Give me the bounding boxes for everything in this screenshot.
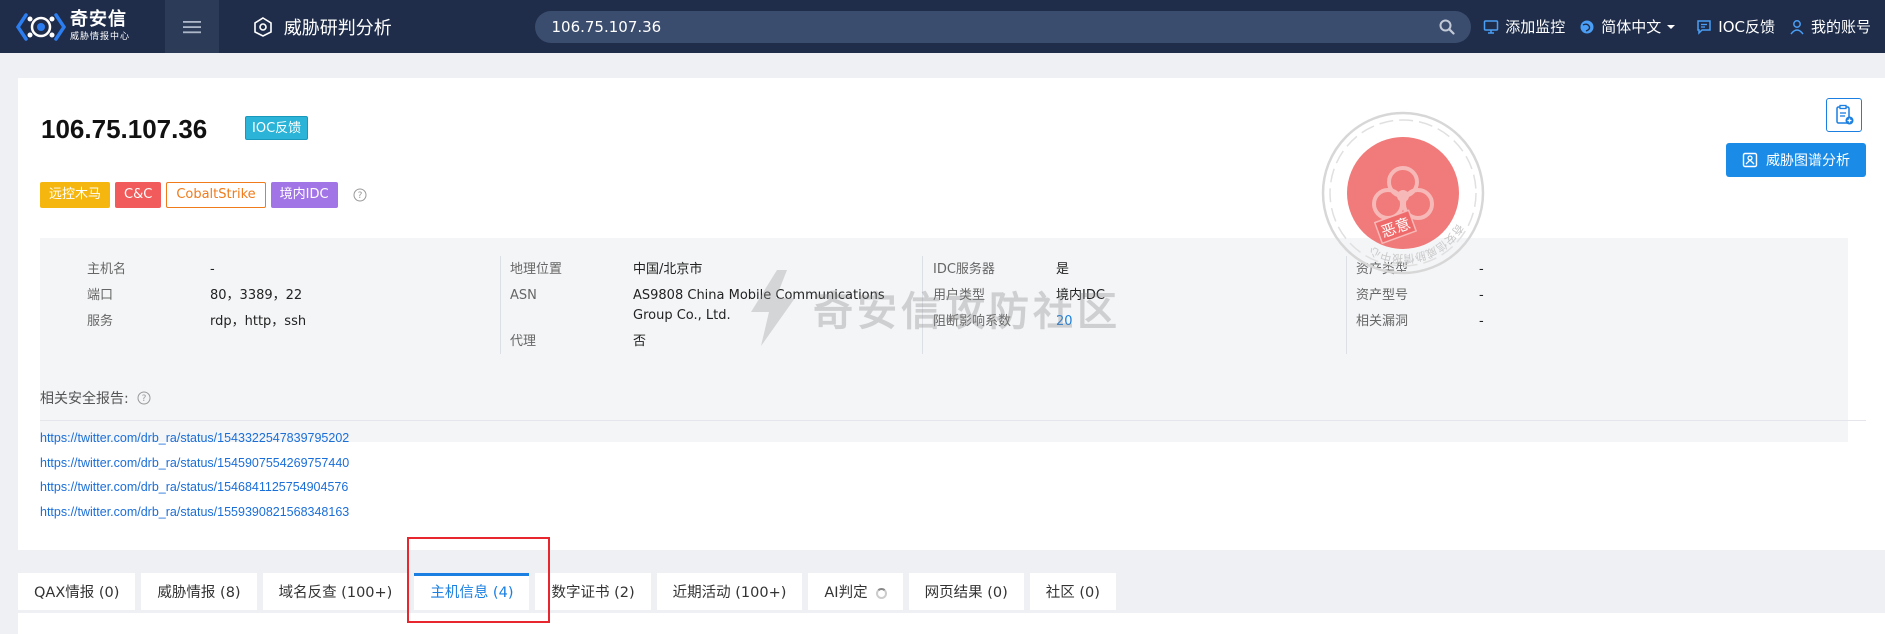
help-icon[interactable]: ? [137,391,151,405]
report-links: https://twitter.com/drb_ra/status/154332… [40,430,349,528]
brand-subtitle: 威胁情报中心 [70,32,131,42]
info-value: 中国/北京市 [633,262,703,277]
brand-logo[interactable]: 奇安信 威胁情报中心 [0,0,165,53]
info-row: 相关漏洞 - [1356,312,1756,332]
info-key: 地理位置 [510,262,563,277]
tab-label: 社区 (0) [1045,584,1100,601]
annotation-highlight-box [407,537,550,623]
svg-text:?: ? [141,394,146,404]
account-menu[interactable]: 我的账号 [1789,16,1871,37]
tab-label: 网页结果 (0) [924,584,1008,601]
hamburger-icon [183,20,201,33]
app-title[interactable]: 威胁研判分析 [252,14,536,40]
top-navbar: 奇安信 威胁情报中心 威胁研判分析 添加监控 [0,0,1885,53]
tab-ai-verdict[interactable]: AI判定 [808,573,903,610]
info-row: 资产型号 - [1356,286,1756,306]
threat-graph-label: 威胁图谱分析 [1766,153,1850,169]
info-column-1: 主机名 - 端口 80，3389，22 服务 rdp，http，ssh [87,260,407,338]
info-key: 端口 [87,288,114,303]
info-row: 服务 rdp，http，ssh [87,312,407,332]
tag-cnc[interactable]: C&C [115,182,162,208]
ip-result-card: 106.75.107.36 IOC反馈 远控木马 C&C CobaltStrik… [18,78,1885,550]
tag-domestic-idc[interactable]: 境内IDC [270,182,338,208]
report-link[interactable]: https://twitter.com/drb_ra/status/154684… [40,479,349,496]
help-icon[interactable]: ? [353,188,367,202]
tab-qax-intel[interactable]: QAX情报 (0) [18,573,136,610]
threat-analysis-icon [253,16,272,37]
add-monitor-label: 添加监控 [1505,18,1566,36]
globe-icon [1580,20,1594,33]
tab-community[interactable]: 社区 (0) [1029,573,1116,610]
monitor-icon [1483,19,1499,34]
graph-analysis-icon [1742,152,1758,168]
malicious-stamp-icon: 恶意 奇安信威胁情报中心 [1321,111,1485,275]
brand-name: 奇安信 [70,9,127,30]
language-selector[interactable]: 简体中文 [1579,16,1682,37]
related-reports-heading: 相关安全报告: ? [40,388,151,408]
clipboard-add-icon [1836,104,1854,125]
ioc-feedback-nav-button[interactable]: IOC反馈 [1696,16,1775,37]
report-link[interactable]: https://twitter.com/drb_ra/status/154590… [40,455,349,472]
loading-spinner-icon [875,587,887,599]
tab-recent-activity[interactable]: 近期活动 (100+) [656,573,803,610]
qianxin-logo-icon [16,12,66,41]
tab-domain-reverse[interactable]: 域名反查 (100+) [262,573,409,610]
info-key: 相关漏洞 [1356,314,1409,329]
community-watermark: 奇安信攻防社区 [743,268,1121,348]
info-value: 否 [633,334,647,349]
search-bar [535,10,1472,43]
info-key: 代理 [510,334,537,349]
info-row: 主机名 - [87,260,407,280]
add-monitor-button[interactable]: 添加监控 [1483,16,1565,37]
info-value: - [210,262,215,277]
account-label: 我的账号 [1810,18,1871,36]
result-tabs: QAX情报 (0) 威胁情报 (8) 域名反查 (100+) 主机信息 (4) … [18,573,1122,610]
app-title-label: 威胁研判分析 [283,17,392,39]
svg-text:?: ? [357,191,362,201]
info-key: 主机名 [87,262,127,277]
caret-down-icon [1667,24,1676,29]
lightning-watermark-icon [751,270,795,346]
info-value: 80，3389，22 [210,288,303,303]
tab-label: AI判定 [824,584,868,601]
tab-label: 域名反查 (100+) [278,584,393,601]
tab-label: 威胁情报 (8) [157,584,241,601]
copy-report-button[interactable] [1826,98,1862,132]
info-value: rdp，http，ssh [210,314,307,329]
info-row: 端口 80，3389，22 [87,286,407,306]
info-key: 服务 [87,314,114,329]
search-icon[interactable] [1439,19,1455,35]
related-reports-label: 相关安全报告: [40,391,129,407]
tag-cobaltstrike[interactable]: CobaltStrike [166,182,266,208]
watermark-text: 奇安信攻防社区 [813,289,1121,335]
tab-label: 数字证书 (2) [551,584,635,601]
divider [40,420,1866,421]
tab-threat-intel[interactable]: 威胁情报 (8) [141,573,257,610]
feedback-icon [1697,19,1712,35]
info-value: - [1479,288,1484,303]
info-value: - [1479,314,1484,329]
ioc-feedback-nav-label: IOC反馈 [1718,18,1775,36]
tab-content-area [18,613,1885,634]
user-icon [1790,19,1804,34]
ip-address-title: 106.75.107.36 [41,114,208,144]
tab-label: QAX情报 (0) [34,584,120,601]
report-link[interactable]: https://twitter.com/drb_ra/status/154332… [40,430,349,447]
tab-certificates[interactable]: 数字证书 (2) [535,573,651,610]
search-input[interactable] [551,17,1440,36]
ioc-feedback-badge[interactable]: IOC反馈 [245,116,309,140]
threat-tags: 远控木马 C&C CobaltStrike 境内IDC ? [40,182,367,208]
info-key: 资产型号 [1356,288,1409,303]
tag-rat[interactable]: 远控木马 [40,182,111,208]
info-key: ASN [510,288,537,303]
column-divider [500,256,501,354]
tab-web-results[interactable]: 网页结果 (0) [908,573,1024,610]
report-link[interactable]: https://twitter.com/drb_ra/status/155939… [40,504,349,521]
threat-graph-button[interactable]: 威胁图谱分析 [1726,143,1866,177]
language-label: 简体中文 [1601,18,1662,36]
tab-label: 近期活动 (100+) [672,584,787,601]
menu-toggle-button[interactable] [165,0,219,53]
